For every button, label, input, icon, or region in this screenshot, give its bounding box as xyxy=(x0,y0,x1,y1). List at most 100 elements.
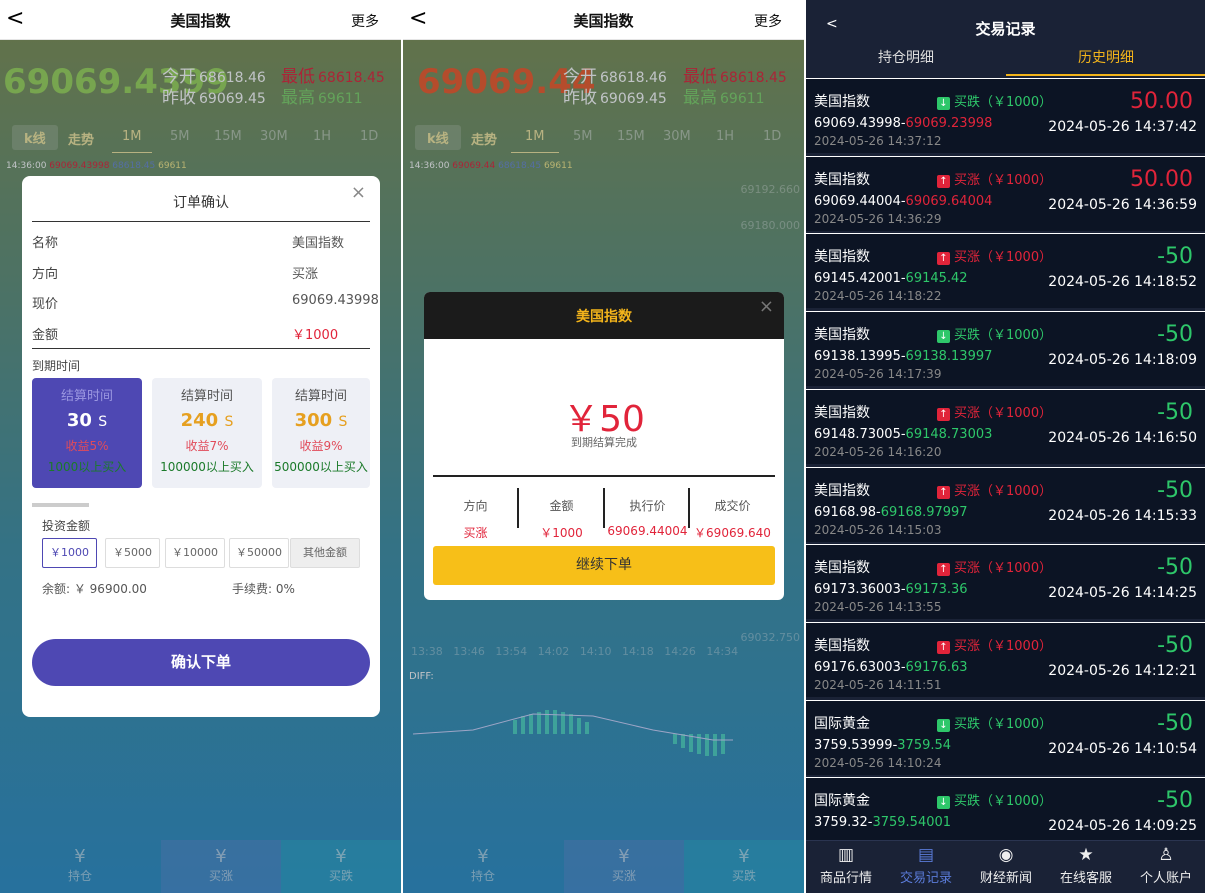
duration-card-240s[interactable]: 结算时间 240 S 收益7% 100000以上买入 xyxy=(152,378,262,488)
product-name: 美国指数 xyxy=(814,404,870,421)
amount-other[interactable]: 其他金额 xyxy=(290,538,360,568)
arrow-up-icon: ↑ xyxy=(937,174,950,188)
balance: 余额: ￥ 96900.00 xyxy=(42,582,147,596)
profit-loss: 50.00 xyxy=(1130,89,1193,114)
table-row[interactable]: 美国指数 ↑ 买涨（￥1000） -50 69148.73005-69148.73003… xyxy=(806,388,1205,464)
table-row[interactable]: 美国指数 ↑ 买涨（￥1000） -50 69176.63003-69176.63 202… xyxy=(806,621,1205,697)
table-row[interactable]: 美国指数 ↑ 买涨（￥1000） -50 69168.98-69168.97997 202… xyxy=(806,466,1205,542)
modal-title: 美国指数 xyxy=(576,309,632,325)
tab-history[interactable]: 历史明细 xyxy=(1006,42,1205,76)
record-tabs: 持仓明细 历史明细 xyxy=(806,42,1205,76)
direction: ↑ 买涨（￥1000） xyxy=(937,402,1052,421)
expiry-label: 到期时间 xyxy=(32,359,81,373)
col-direction: 方向 买涨 xyxy=(463,499,488,540)
amount-50000[interactable]: ￥50000 xyxy=(229,538,289,568)
close-time: 2024-05-26 14:12:21 xyxy=(1048,662,1197,679)
amount-10000[interactable]: ￥10000 xyxy=(165,538,225,568)
open-time: 2024-05-26 14:11:51 xyxy=(814,677,942,692)
product-name: 美国指数 xyxy=(814,327,870,344)
profit-loss: -50 xyxy=(1157,399,1193,425)
more-button[interactable]: 更多 xyxy=(754,11,782,31)
close-icon[interactable]: × xyxy=(759,296,774,317)
direction: ↓ 买跌（￥1000） xyxy=(937,324,1052,344)
direction: ↑ 买涨（￥1000） xyxy=(937,557,1052,577)
order-confirm-modal: 订单确认 × 名称 美国指数 方向 买涨 现价 69069.43998 金额 ￥1000… xyxy=(22,176,380,717)
profit-loss: -50 xyxy=(1157,788,1193,814)
arrow-up-icon: ↑ xyxy=(937,252,950,266)
close-icon[interactable]: × xyxy=(351,182,366,203)
price-range: 69138.13995-69138.13997 xyxy=(814,349,993,365)
confirm-order-button[interactable]: 确认下单 xyxy=(32,639,370,686)
product-name: 国际黄金 xyxy=(814,793,870,810)
chart-icon: ▥ xyxy=(837,845,855,865)
row-name: 名称 美国指数 xyxy=(32,236,345,251)
nav-account[interactable]: ♙ 个人账户 xyxy=(1126,845,1205,886)
arrow-up-icon: ↑ xyxy=(937,563,950,577)
close-time: 2024-05-26 14:36:59 xyxy=(1048,196,1197,213)
open-time: 2024-05-26 14:37:12 xyxy=(814,134,942,148)
page-title: 美国指数 xyxy=(573,12,634,30)
open-time: 2024-05-26 14:17:39 xyxy=(814,367,942,382)
continue-order-button[interactable]: 继续下单 xyxy=(433,546,775,585)
news-icon: ◉ xyxy=(998,845,1014,865)
arrow-down-icon: ↓ xyxy=(937,330,950,344)
nav-support[interactable]: ★ 在线客服 xyxy=(1046,845,1126,886)
star-icon: ★ xyxy=(1078,845,1094,865)
profit-loss: 50.00 xyxy=(1130,166,1193,192)
header: < 美国指数 更多 xyxy=(403,0,804,40)
invest-label: 投资金额 xyxy=(42,519,91,533)
arrow-up-icon: ↑ xyxy=(937,485,950,499)
amount-5000[interactable]: ￥5000 xyxy=(105,538,160,568)
arrow-down-icon: ↓ xyxy=(937,718,950,732)
col-amount: 金额 ￥1000 xyxy=(540,499,583,540)
user-icon: ♙ xyxy=(1158,845,1174,865)
table-row[interactable]: 美国指数 ↑ 买涨（￥1000） -50 69173.36003-69173.36 202… xyxy=(806,544,1205,620)
product-name: 美国指数 xyxy=(814,94,870,110)
tab-positions[interactable]: 持仓明细 xyxy=(806,42,1006,76)
scroll-indicator xyxy=(32,503,89,507)
profit-loss: -50 xyxy=(1157,555,1193,581)
price-range: 69168.98-69168.97997 xyxy=(814,504,968,520)
nav-news[interactable]: ◉ 财经新闻 xyxy=(966,845,1046,886)
price-range: 69173.36003-69173.36 xyxy=(814,582,968,598)
direction: ↑ 买涨（￥1000） xyxy=(937,169,1052,188)
profit-loss: -50 xyxy=(1157,710,1193,736)
divider xyxy=(433,475,775,477)
product-name: 美国指数 xyxy=(814,482,870,499)
price-range: 3759.32-3759.54001 xyxy=(814,815,952,831)
row-price: 现价 69069.43998 xyxy=(32,293,379,312)
product-name: 美国指数 xyxy=(814,637,870,654)
table-row[interactable]: 国际黄金 ↓ 买跌（￥1000） -50 3759.53999-3759.54 2024-… xyxy=(806,699,1205,775)
close-time: 2024-05-26 14:37:42 xyxy=(1048,119,1197,135)
table-row[interactable]: 美国指数 ↓ 买跌（￥1000） 50.00 69069.43998-69069.239… xyxy=(806,78,1205,153)
duration-card-30s[interactable]: 结算时间 30 S 收益5% 1000以上买入 xyxy=(32,378,142,488)
table-row[interactable]: 美国指数 ↑ 买涨（￥1000） 50.00 69069.44004-69069.640… xyxy=(806,155,1205,231)
price-range: 69069.43998-69069.23998 xyxy=(814,116,993,131)
fee: 手续费: 0% xyxy=(232,582,295,596)
price-range: 69145.42001-69145.42 xyxy=(814,271,968,287)
table-row[interactable]: 美国指数 ↓ 买跌（￥1000） -50 69138.13995-69138.13997… xyxy=(806,311,1205,387)
direction: ↓ 买跌（￥1000） xyxy=(937,91,1052,110)
direction: ↑ 买涨（￥1000） xyxy=(937,480,1052,499)
col-deal-price: 成交价 ￥69069.640 xyxy=(694,499,771,540)
direction: ↑ 买涨（￥1000） xyxy=(937,246,1052,266)
duration-card-300s[interactable]: 结算时间 300 S 收益9% 500000以上买入 xyxy=(272,378,370,488)
settlement-screen: < 美国指数 更多 69069.44 今开 68618.46 昨收 69069.45… xyxy=(403,0,804,893)
nav-records[interactable]: ▤ 交易记录 xyxy=(886,845,966,886)
nav-market[interactable]: ▥ 商品行情 xyxy=(806,845,886,886)
open-time: 2024-05-26 14:16:20 xyxy=(814,444,942,459)
bottom-nav: ▥ 商品行情 ▤ 交易记录 ◉ 财经新闻 ★ 在线客服 ♙ 个人账户 xyxy=(806,840,1205,893)
page-title: 美国指数 xyxy=(170,12,231,30)
header: < 美国指数 更多 xyxy=(0,0,401,40)
more-button[interactable]: 更多 xyxy=(351,11,379,31)
amount-1000[interactable]: ￥1000 xyxy=(42,538,97,568)
price-range: 69069.44004-69069.64004 xyxy=(814,193,993,209)
table-row[interactable]: 美国指数 ↑ 买涨（￥1000） -50 69145.42001-69145.42 202… xyxy=(806,233,1205,309)
direction: ↓ 买跌（￥1000） xyxy=(937,790,1052,810)
profit-loss: -50 xyxy=(1157,477,1193,503)
close-time: 2024-05-26 14:18:52 xyxy=(1048,274,1197,291)
arrow-up-icon: ↑ xyxy=(937,407,950,421)
col-exec-price: 执行价 69069.44004 xyxy=(607,499,688,538)
product-name: 美国指数 xyxy=(814,171,870,188)
direction: ↓ 买跌（￥1000） xyxy=(937,713,1052,732)
